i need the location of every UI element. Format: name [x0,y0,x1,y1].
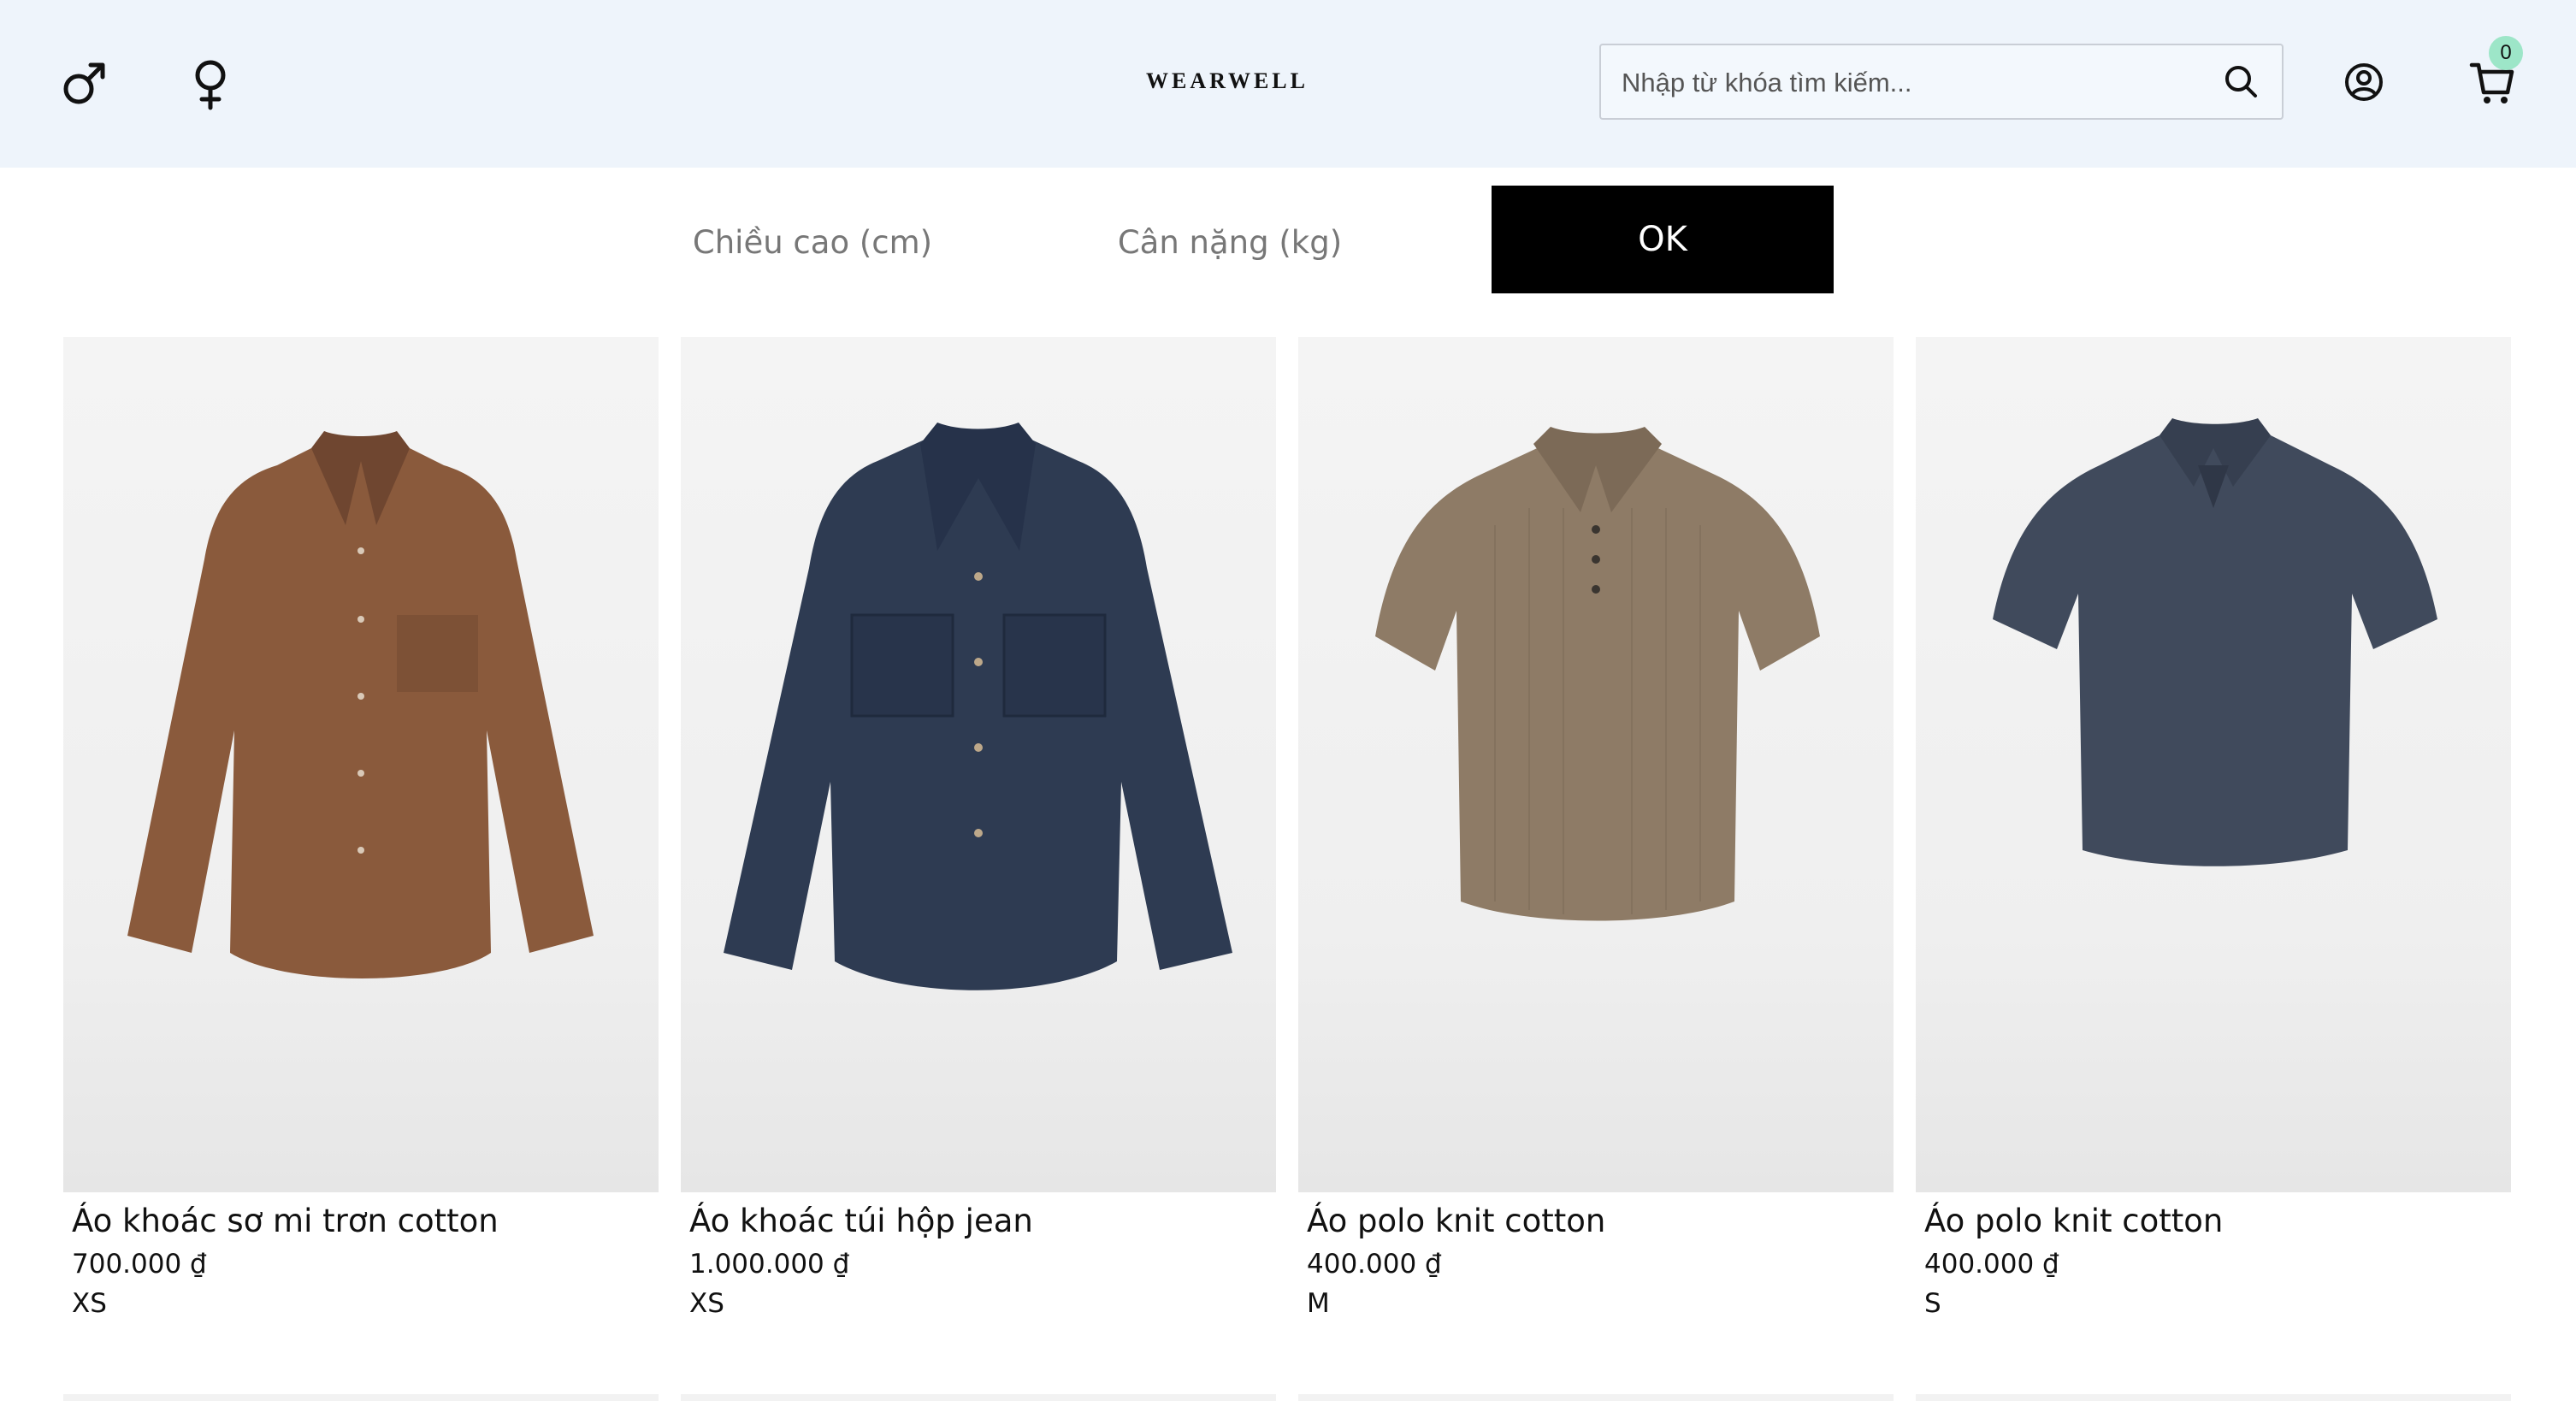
search-box [1599,44,2284,120]
product-size: XS [72,1288,107,1319]
product-name[interactable]: Áo polo knit cotton [1924,1203,2223,1239]
product-size: S [1924,1288,1941,1319]
brand-logo[interactable]: WEARWELL [1142,68,1313,94]
male-icon[interactable] [53,53,115,115]
ok-button[interactable]: OK [1492,186,1834,293]
height-input[interactable] [648,192,977,293]
product-card[interactable]: Áo khoác sơ mi trơn cotton 700.000 ₫ XS [63,337,659,1321]
product-name[interactable]: Áo khoác túi hộp jean [689,1203,1033,1239]
weight-input[interactable] [1066,192,1394,293]
user-icon[interactable] [2343,62,2384,103]
product-price: 1.000.000 ₫ [689,1249,850,1280]
product-price: 700.000 ₫ [72,1249,207,1280]
product-card[interactable]: Áo polo knit cotton 400.000 ₫ M [1298,337,1894,1321]
product-image[interactable] [63,337,659,1192]
product-size: M [1307,1288,1330,1319]
product-size: XS [689,1288,724,1319]
next-row-preview [1298,1394,1894,1401]
product-price: 400.000 ₫ [1307,1249,1442,1280]
product-card[interactable]: Áo polo knit cotton 400.000 ₫ S [1916,337,2511,1321]
next-row-preview [681,1394,1276,1401]
search-input[interactable] [1620,45,2205,120]
female-icon[interactable] [180,53,241,115]
next-row-preview [63,1394,659,1401]
product-card[interactable]: Áo khoác túi hộp jean 1.000.000 ₫ XS [681,337,1276,1321]
product-image[interactable] [681,337,1276,1192]
product-image[interactable] [1916,337,2511,1192]
product-name[interactable]: Áo polo knit cotton [1307,1203,1605,1239]
cart-count-badge: 0 [2489,36,2523,70]
product-name[interactable]: Áo khoác sơ mi trơn cotton [72,1203,499,1239]
product-image[interactable] [1298,337,1894,1192]
next-row-preview [1916,1394,2511,1401]
search-icon[interactable] [2222,62,2260,100]
product-price: 400.000 ₫ [1924,1249,2059,1280]
header: WEARWELL 0 [0,0,2576,168]
